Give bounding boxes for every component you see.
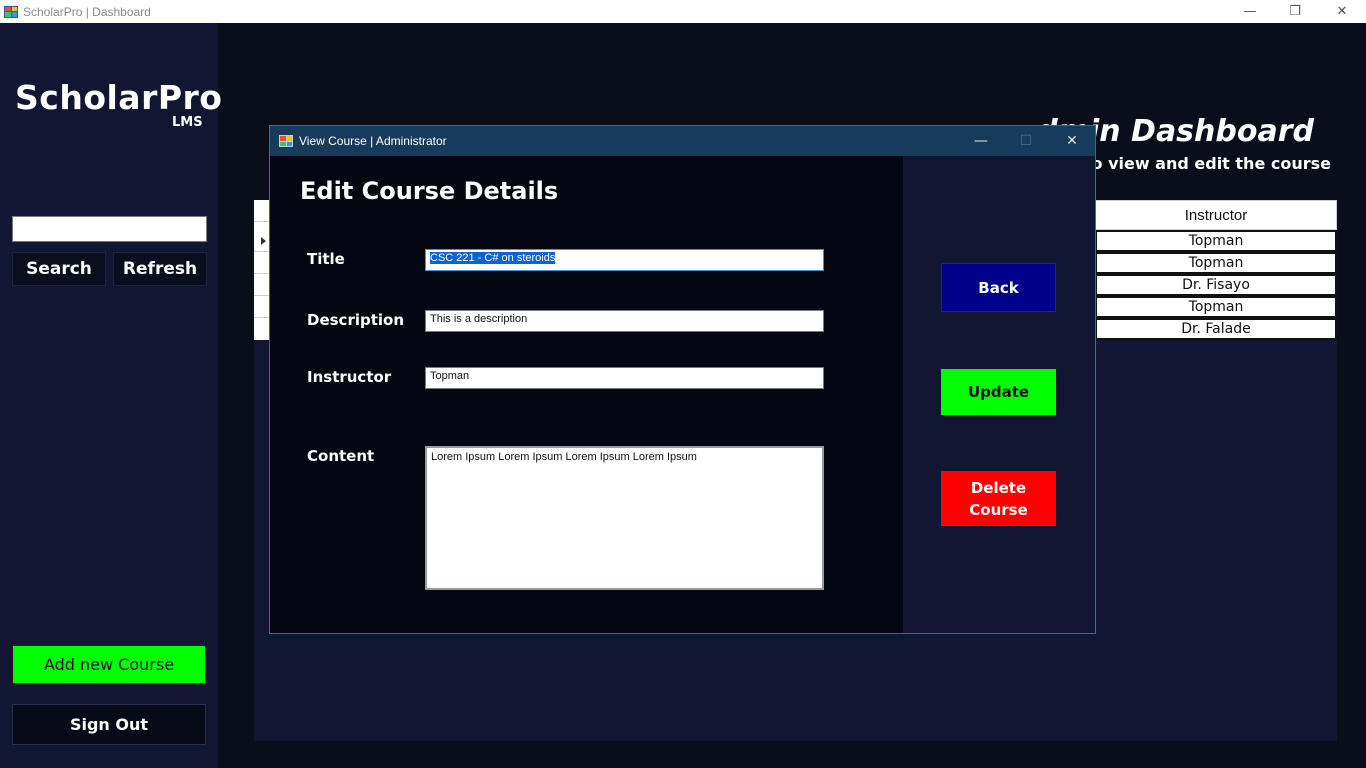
table-cell[interactable]: Dr. Falade	[1095, 318, 1337, 340]
dialog-maximize-icon: ☐	[1019, 133, 1033, 149]
dialog-title: View Course | Administrator	[299, 134, 447, 148]
grid-row-header[interactable]	[254, 296, 270, 318]
title-field-value: CSC 221 - C# on steroids	[430, 252, 556, 264]
window-titlebar: ScholarPro | Dashboard — ❐ ✕	[0, 0, 1366, 23]
back-button[interactable]: Back	[941, 263, 1056, 312]
minimize-icon[interactable]: —	[1228, 0, 1272, 23]
refresh-button[interactable]: Refresh	[113, 252, 207, 286]
grid-row-header[interactable]	[254, 252, 270, 274]
instructor-field[interactable]: Topman	[425, 367, 824, 389]
description-field[interactable]: This is a description	[425, 310, 824, 332]
table-cell[interactable]: Topman	[1095, 230, 1337, 252]
grid-row-header[interactable]	[254, 274, 270, 296]
sign-out-button[interactable]: Sign Out	[12, 704, 206, 745]
dialog-app-icon	[279, 135, 293, 147]
page-subtitle: ll to view and edit the course	[1067, 154, 1331, 173]
description-label: Description	[307, 311, 405, 329]
row-selector-icon	[261, 237, 266, 245]
content-textarea[interactable]: Lorem Ipsum Lorem Ipsum Lorem Ipsum Lore…	[425, 446, 824, 590]
brand-subtitle: LMS	[172, 115, 203, 130]
dialog-heading: Edit Course Details	[300, 177, 559, 205]
instructor-label: Instructor	[307, 368, 392, 386]
title-field[interactable]: CSC 221 - C# on steroids	[425, 249, 824, 271]
title-label: Title	[307, 250, 345, 268]
courses-grid-instructor-column: Instructor Topman Topman Dr. Fisayo Topm…	[1095, 200, 1337, 340]
update-button[interactable]: Update	[941, 369, 1056, 415]
restore-icon[interactable]: ❐	[1273, 0, 1317, 23]
search-input[interactable]	[12, 216, 207, 242]
app-icon	[4, 5, 18, 18]
table-cell[interactable]: Topman	[1095, 296, 1337, 318]
close-icon[interactable]: ✕	[1320, 0, 1364, 23]
dialog-minimize-icon[interactable]: —	[959, 126, 1003, 156]
table-cell[interactable]: Topman	[1095, 252, 1337, 274]
add-course-button[interactable]: Add new Course	[12, 645, 206, 684]
content-label: Content	[307, 447, 375, 465]
window-title: ScholarPro | Dashboard	[23, 4, 151, 19]
sidebar: ScholarPro LMS Search Refresh Add new Co…	[0, 23, 222, 768]
dialog-titlebar[interactable]: View Course | Administrator — ☐ ✕	[270, 126, 1095, 156]
brand-logo: ScholarPro	[15, 78, 223, 117]
grid-row-header[interactable]	[254, 200, 270, 222]
delete-course-button[interactable]: Delete Course	[941, 471, 1056, 526]
search-button[interactable]: Search	[12, 252, 106, 286]
edit-course-dialog: View Course | Administrator — ☐ ✕ Edit C…	[269, 125, 1096, 634]
column-header-instructor[interactable]: Instructor	[1095, 200, 1337, 230]
dialog-close-icon[interactable]: ✕	[1050, 126, 1094, 156]
table-cell[interactable]: Dr. Fisayo	[1095, 274, 1337, 296]
